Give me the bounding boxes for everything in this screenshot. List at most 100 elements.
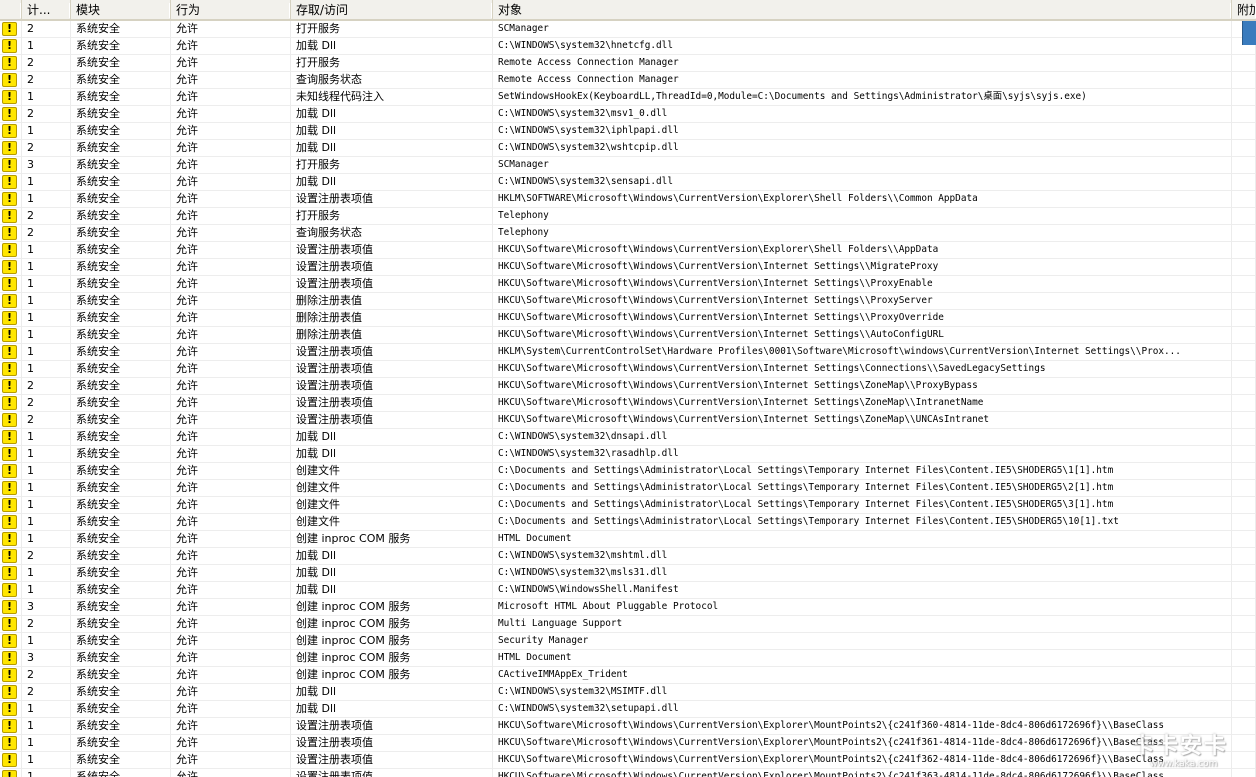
table-row[interactable]: ! 1 系统安全 允许 设置注册表项值 HKCU\Software\Microsoft\W… [0, 735, 1256, 752]
row-access-cell: 加载 Dll [291, 106, 493, 123]
table-row[interactable]: ! 1 系统安全 允许 删除注册表值 HKCU\Software\Microsoft\Wi… [0, 293, 1256, 310]
row-object-cell: Security Manager [493, 633, 1232, 650]
table-row[interactable]: ! 2 系统安全 允许 设置注册表项值 HKCU\Software\Microsoft\W… [0, 378, 1256, 395]
row-status-cell: ! [0, 565, 22, 582]
row-count-cell: 1 [22, 276, 71, 293]
table-row[interactable]: ! 2 系统安全 允许 打开服务 Remote Access Connection Man… [0, 55, 1256, 72]
warning-icon: ! [2, 719, 17, 733]
row-count-cell: 2 [22, 616, 71, 633]
row-status-cell: ! [0, 21, 22, 38]
table-row[interactable]: ! 1 系统安全 允许 设置注册表项值 HKCU\Software\Microsoft\W… [0, 361, 1256, 378]
row-access-cell: 加载 Dll [291, 174, 493, 191]
warning-icon: ! [2, 549, 17, 563]
table-row[interactable]: ! 1 系统安全 允许 设置注册表项值 HKLM\SOFTWARE\Microsoft\W… [0, 191, 1256, 208]
table-row[interactable]: ! 1 系统安全 允许 删除注册表值 HKCU\Software\Microsoft\Wi… [0, 327, 1256, 344]
table-row[interactable]: ! 1 系统安全 允许 创建 inproc COM 服务 HTML Document [0, 531, 1256, 548]
table-row[interactable]: ! 2 系统安全 允许 查询服务状态 Remote Access Connection M… [0, 72, 1256, 89]
table-row[interactable]: ! 2 系统安全 允许 打开服务 Telephony [0, 208, 1256, 225]
row-object-cell: HKCU\Software\Microsoft\Windows\CurrentV… [493, 752, 1232, 769]
row-status-cell: ! [0, 276, 22, 293]
table-row[interactable]: ! 1 系统安全 允许 加载 Dll C:\WINDOWS\system32\dnsapi… [0, 429, 1256, 446]
table-row[interactable]: ! 3 系统安全 允许 创建 inproc COM 服务 HTML Document [0, 650, 1256, 667]
row-access-cell: 删除注册表值 [291, 310, 493, 327]
table-row[interactable]: ! 2 系统安全 允许 加载 Dll C:\WINDOWS\system32\MSIMTF… [0, 684, 1256, 701]
row-module-cell: 系统安全 [71, 701, 171, 718]
row-extra-cell [1232, 293, 1256, 310]
row-count-cell: 1 [22, 480, 71, 497]
row-access-cell: 设置注册表项值 [291, 242, 493, 259]
column-header-access[interactable]: 存取/访问 [291, 0, 493, 21]
table-row[interactable]: ! 1 系统安全 允许 加载 Dll C:\WINDOWS\system32\rasadh… [0, 446, 1256, 463]
row-action-cell: 允许 [171, 378, 291, 395]
table-row[interactable]: ! 1 系统安全 允许 设置注册表项值 HKCU\Software\Microsoft\W… [0, 752, 1256, 769]
table-row[interactable]: ! 1 系统安全 允许 创建文件 C:\Documents and Settings\Ad… [0, 497, 1256, 514]
warning-icon: ! [2, 56, 17, 70]
row-object-cell: C:\Documents and Settings\Administrator\… [493, 514, 1232, 531]
column-header-module[interactable]: 模块 [71, 0, 171, 21]
column-header-extra[interactable]: 附加 [1232, 0, 1256, 21]
row-extra-cell [1232, 599, 1256, 616]
row-object-cell: C:\WINDOWS\system32\MSIMTF.dll [493, 684, 1232, 701]
table-row[interactable]: ! 1 系统安全 允许 加载 Dll C:\WINDOWS\system32\hnetcf… [0, 38, 1256, 55]
row-action-cell: 允许 [171, 650, 291, 667]
row-access-cell: 删除注册表值 [291, 293, 493, 310]
column-header-icon[interactable] [0, 0, 22, 21]
table-row[interactable]: ! 3 系统安全 允许 创建 inproc COM 服务 Microsoft HTML A… [0, 599, 1256, 616]
table-row[interactable]: ! 2 系统安全 允许 创建 inproc COM 服务 Multi Language S… [0, 616, 1256, 633]
row-count-cell: 2 [22, 140, 71, 157]
row-count-cell: 3 [22, 650, 71, 667]
table-row[interactable]: ! 2 系统安全 允许 设置注册表项值 HKCU\Software\Microsoft\W… [0, 412, 1256, 429]
table-row[interactable]: ! 1 系统安全 允许 创建文件 C:\Documents and Settings\Ad… [0, 463, 1256, 480]
row-count-cell: 1 [22, 259, 71, 276]
row-status-cell: ! [0, 174, 22, 191]
table-row[interactable]: ! 1 系统安全 允许 设置注册表项值 HKCU\Software\Microsoft\W… [0, 276, 1256, 293]
row-module-cell: 系统安全 [71, 667, 171, 684]
row-action-cell: 允许 [171, 446, 291, 463]
event-log-listview[interactable]: 计... 模块 行为 存取/访问 对象 附加 ! 2 系统安全 允许 打开服务 SCMan… [0, 0, 1256, 777]
row-extra-cell [1232, 106, 1256, 123]
row-action-cell: 允许 [171, 259, 291, 276]
column-header-count[interactable]: 计... [22, 0, 71, 21]
app-corner-icon[interactable] [1242, 21, 1256, 45]
table-row[interactable]: ! 2 系统安全 允许 加载 Dll C:\WINDOWS\system32\wshtcp… [0, 140, 1256, 157]
table-row[interactable]: ! 1 系统安全 允许 设置注册表项值 HKCU\Software\Microsoft\W… [0, 259, 1256, 276]
table-row[interactable]: ! 1 系统安全 允许 加载 Dll C:\WINDOWS\system32\msls31… [0, 565, 1256, 582]
row-access-cell: 设置注册表项值 [291, 361, 493, 378]
table-row[interactable]: ! 1 系统安全 允许 创建 inproc COM 服务 Security Manager [0, 633, 1256, 650]
table-row[interactable]: ! 2 系统安全 允许 打开服务 SCManager [0, 21, 1256, 38]
row-status-cell: ! [0, 208, 22, 225]
row-module-cell: 系统安全 [71, 174, 171, 191]
table-row[interactable]: ! 1 系统安全 允许 加载 Dll C:\WINDOWS\system32\setupa… [0, 701, 1256, 718]
table-row[interactable]: ! 1 系统安全 允许 设置注册表项值 HKCU\Software\Microsoft\W… [0, 769, 1256, 777]
row-status-cell: ! [0, 599, 22, 616]
table-row[interactable]: ! 3 系统安全 允许 打开服务 SCManager [0, 157, 1256, 174]
table-body: ! 2 系统安全 允许 打开服务 SCManager! 1 系统安全 允许 加载 Dll C:\WI… [0, 21, 1256, 777]
row-module-cell: 系统安全 [71, 565, 171, 582]
table-row[interactable]: ! 1 系统安全 允许 加载 Dll C:\WINDOWS\WindowsShell.Ma… [0, 582, 1256, 599]
table-row[interactable]: ! 2 系统安全 允许 创建 inproc COM 服务 CActiveIMMAppEx_… [0, 667, 1256, 684]
row-status-cell: ! [0, 157, 22, 174]
table-row[interactable]: ! 1 系统安全 允许 加载 Dll C:\WINDOWS\system32\sensap… [0, 174, 1256, 191]
table-row[interactable]: ! 2 系统安全 允许 设置注册表项值 HKCU\Software\Microsoft\W… [0, 395, 1256, 412]
table-row[interactable]: ! 1 系统安全 允许 创建文件 C:\Documents and Settings\Ad… [0, 514, 1256, 531]
table-row[interactable]: ! 2 系统安全 允许 查询服务状态 Telephony [0, 225, 1256, 242]
table-row[interactable]: ! 2 系统安全 允许 加载 Dll C:\WINDOWS\system32\msv1_0… [0, 106, 1256, 123]
table-row[interactable]: ! 1 系统安全 允许 设置注册表项值 HKCU\Software\Microsoft\W… [0, 242, 1256, 259]
table-row[interactable]: ! 1 系统安全 允许 加载 Dll C:\WINDOWS\system32\iphlpa… [0, 123, 1256, 140]
table-row[interactable]: ! 1 系统安全 允许 删除注册表值 HKCU\Software\Microsoft\Wi… [0, 310, 1256, 327]
table-row[interactable]: ! 1 系统安全 允许 设置注册表项值 HKCU\Software\Microsoft\W… [0, 718, 1256, 735]
row-status-cell: ! [0, 191, 22, 208]
row-status-cell: ! [0, 344, 22, 361]
row-count-cell: 1 [22, 701, 71, 718]
row-count-cell: 1 [22, 582, 71, 599]
table-row[interactable]: ! 2 系统安全 允许 加载 Dll C:\WINDOWS\system32\mshtml… [0, 548, 1256, 565]
row-status-cell: ! [0, 106, 22, 123]
row-object-cell: C:\WINDOWS\WindowsShell.Manifest [493, 582, 1232, 599]
column-header-object[interactable]: 对象 [493, 0, 1232, 21]
row-module-cell: 系统安全 [71, 684, 171, 701]
table-row[interactable]: ! 1 系统安全 允许 未知线程代码注入 SetWindowsHookEx(Keyboar… [0, 89, 1256, 106]
table-row[interactable]: ! 1 系统安全 允许 设置注册表项值 HKLM\System\CurrentContro… [0, 344, 1256, 361]
column-header-action[interactable]: 行为 [171, 0, 291, 21]
row-extra-cell [1232, 701, 1256, 718]
table-row[interactable]: ! 1 系统安全 允许 创建文件 C:\Documents and Settings\Ad… [0, 480, 1256, 497]
